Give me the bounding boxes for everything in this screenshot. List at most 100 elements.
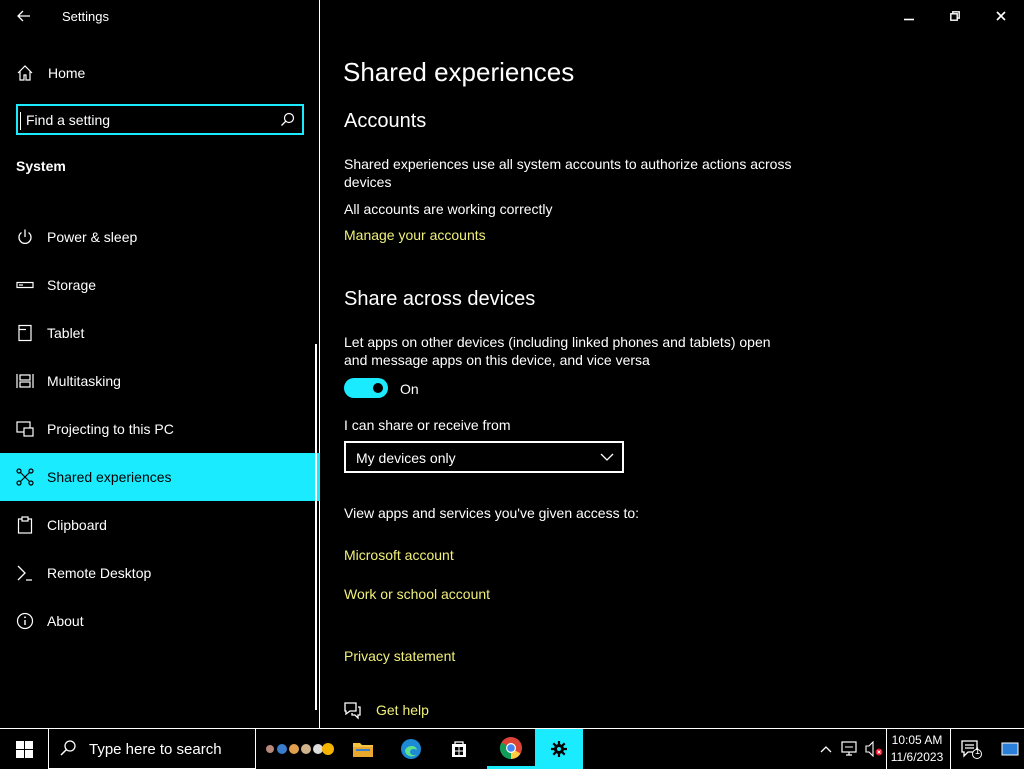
receive-label: I can share or receive from [344, 417, 511, 433]
minimize-button[interactable] [886, 0, 932, 32]
sidebar-item-remote-desktop[interactable]: Remote Desktop [0, 549, 320, 597]
sidebar: Settings Home System Power & sle [0, 0, 320, 728]
accounts-heading: Accounts [344, 110, 427, 132]
sidebar-item-label: Remote Desktop [47, 565, 152, 581]
chevron-up-icon [820, 746, 832, 753]
sidebar-item-label: Power & sleep [47, 229, 138, 245]
privacy-statement-link[interactable]: Privacy statement [344, 648, 455, 664]
settings-window: Settings Home System Power & sle [0, 0, 1024, 728]
projecting-icon [16, 421, 34, 437]
taskbar-search-label: Type here to search [89, 741, 222, 758]
search-icon [60, 740, 76, 756]
taskbar-search-box[interactable]: Type here to search [48, 729, 256, 769]
taskbar-settings[interactable] [535, 729, 583, 769]
gear-icon [551, 741, 567, 757]
text-cursor [20, 112, 21, 130]
share-receive-dropdown[interactable]: My devices only [344, 441, 624, 473]
sidebar-item-label: Projecting to this PC [47, 421, 174, 437]
sidebar-item-about[interactable]: About [0, 597, 320, 645]
get-help-link[interactable]: Get help [376, 702, 429, 718]
restore-icon [950, 11, 960, 21]
home-nav-item[interactable]: Home [0, 56, 320, 92]
planets-icon [266, 743, 334, 755]
microsoft-account-link[interactable]: Microsoft account [344, 547, 454, 563]
sidebar-item-tablet[interactable]: Tablet [0, 309, 320, 357]
network-icon [841, 741, 857, 756]
work-school-account-link[interactable]: Work or school account [344, 586, 490, 602]
clipboard-icon [17, 516, 33, 534]
clock-time: 10:05 AM [891, 733, 943, 747]
power-icon [18, 229, 32, 244]
share-toggle[interactable] [344, 378, 388, 398]
sidebar-scrollbar[interactable] [315, 344, 317, 710]
sidebar-item-projecting[interactable]: Projecting to this PC [0, 405, 320, 453]
multitasking-icon [16, 374, 34, 388]
sidebar-item-shared-experiences[interactable]: Shared experiences [0, 453, 320, 501]
action-center-button[interactable]: 1 [956, 729, 986, 769]
tray-divider [950, 729, 951, 769]
dropdown-value: My devices only [356, 450, 456, 466]
network-tray-button[interactable] [838, 729, 862, 769]
access-label: View apps and services you've given acce… [344, 505, 640, 521]
sidebar-item-label: Multitasking [47, 373, 121, 389]
sidebar-item-label: Storage [47, 277, 97, 293]
search-box[interactable] [16, 104, 304, 135]
search-icon[interactable] [280, 112, 295, 127]
share-heading: Share across devices [344, 288, 536, 310]
back-button[interactable] [10, 4, 38, 28]
accounts-description: Shared experiences use all system accoun… [344, 156, 792, 190]
back-arrow-icon [17, 10, 30, 22]
shared-experiences-icon [16, 468, 34, 486]
get-help-icon[interactable] [342, 700, 362, 720]
remote-desktop-icon [17, 565, 32, 581]
accounts-status: All accounts are working correctly [344, 201, 553, 217]
toggle-state-label: On [400, 381, 419, 397]
sidebar-item-power-sleep[interactable]: Power & sleep [0, 213, 320, 261]
close-icon [996, 11, 1006, 21]
restore-button[interactable] [932, 0, 978, 32]
chrome-icon [500, 736, 522, 759]
sidebar-item-label: Tablet [47, 325, 85, 341]
close-button[interactable] [978, 0, 1024, 32]
show-desktop-button[interactable] [996, 729, 1024, 769]
search-input[interactable] [26, 110, 274, 130]
sidebar-item-multitasking[interactable]: Multitasking [0, 357, 320, 405]
chevron-down-icon [600, 453, 614, 461]
folder-icon [353, 743, 373, 757]
show-hidden-icons-button[interactable] [814, 729, 838, 769]
search-highlight-planets[interactable] [258, 729, 338, 769]
section-title: System [16, 158, 66, 174]
home-label: Home [48, 65, 86, 81]
manage-accounts-link[interactable]: Manage your accounts [344, 227, 486, 243]
sidebar-item-storage[interactable]: Storage [0, 261, 320, 309]
about-icon [16, 612, 34, 630]
home-icon [17, 65, 33, 81]
taskbar: Type here to search 10:05 AM 11/6/2023 1 [0, 728, 1024, 769]
storage-icon [16, 281, 34, 289]
sidebar-item-label: About [47, 613, 84, 629]
sidebar-item-clipboard[interactable]: Clipboard [0, 501, 320, 549]
title-bar: Settings [0, 0, 320, 32]
edge-icon [401, 739, 421, 759]
sidebar-item-label: Shared experiences [47, 469, 172, 485]
sidebar-nav: Power & sleep Storage Tablet Multitaskin… [0, 213, 320, 645]
caption-buttons [886, 0, 1024, 32]
notification-count: 1 [975, 746, 981, 756]
windows-logo-icon [15, 740, 33, 758]
volume-muted-icon [865, 741, 883, 757]
desktop-icon [1001, 742, 1019, 756]
sidebar-item-label: Clipboard [47, 517, 107, 533]
app-title: Settings [62, 9, 109, 24]
taskbar-edge[interactable] [387, 729, 435, 769]
page-title: Shared experiences [343, 57, 575, 87]
start-button[interactable] [0, 729, 48, 769]
tablet-icon [18, 324, 32, 342]
taskbar-clock[interactable]: 10:05 AM 11/6/2023 [887, 732, 947, 766]
taskbar-store[interactable] [435, 729, 483, 769]
taskbar-chrome[interactable] [487, 729, 535, 769]
share-description: Let apps on other devices (including lin… [344, 334, 771, 368]
taskbar-file-explorer[interactable] [339, 729, 387, 769]
clock-date: 11/6/2023 [890, 750, 944, 764]
toggle-knob [373, 383, 383, 393]
volume-tray-button[interactable] [862, 729, 886, 769]
